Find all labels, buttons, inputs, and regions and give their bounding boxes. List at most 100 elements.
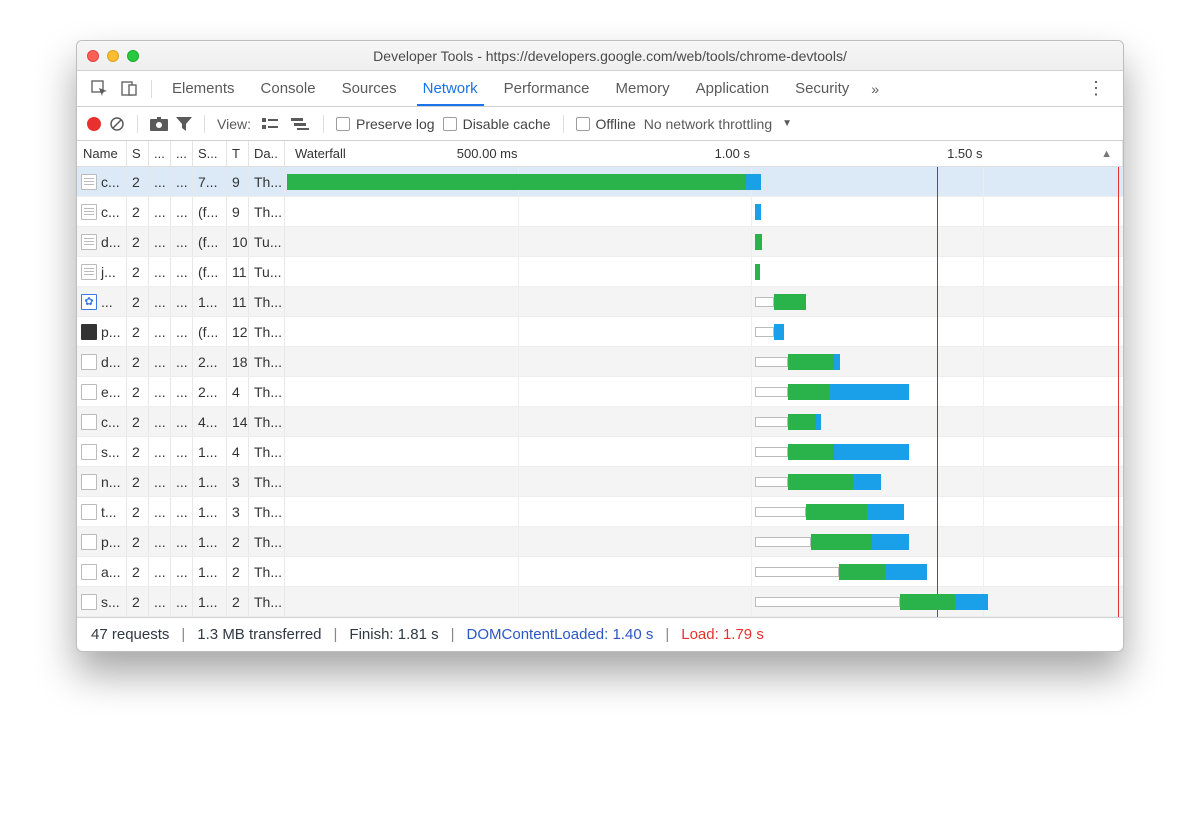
- load-time: Load: 1.79 s: [681, 626, 764, 643]
- cell-size: 4...: [193, 407, 227, 436]
- cell-time: 3: [227, 467, 249, 496]
- column-type[interactable]: ...: [149, 141, 171, 166]
- cell-c4: ...: [171, 227, 193, 256]
- dom-content-loaded-time: DOMContentLoaded: 1.40 s: [467, 626, 654, 643]
- file-icon: [81, 204, 97, 220]
- finish-time: Finish: 1.81 s: [349, 626, 438, 643]
- file-icon: [81, 174, 97, 190]
- tab-elements[interactable]: Elements: [160, 72, 247, 105]
- tab-sources[interactable]: Sources: [330, 72, 409, 105]
- cell-date: Th...: [249, 197, 285, 226]
- table-row[interactable]: d...2......(f...10Tu...: [77, 227, 1123, 257]
- table-row[interactable]: e...2......2...4Th...: [77, 377, 1123, 407]
- table-row[interactable]: c...2......7...9Th...: [77, 167, 1123, 197]
- screenshot-icon[interactable]: [150, 117, 168, 131]
- cell-c3: ...: [149, 347, 171, 376]
- large-rows-icon[interactable]: [259, 114, 281, 134]
- cell-time: 11: [227, 287, 249, 316]
- waterfall-view-icon[interactable]: [289, 114, 311, 134]
- table-row[interactable]: s...2......1...2Th...: [77, 587, 1123, 617]
- offline-label: Offline: [596, 116, 636, 132]
- cell-c4: ...: [171, 347, 193, 376]
- column-time[interactable]: T: [227, 141, 249, 166]
- cell-name: e...: [77, 377, 127, 406]
- separator: [137, 115, 138, 133]
- toggle-device-icon[interactable]: [115, 76, 143, 102]
- cell-date: Th...: [249, 587, 285, 616]
- devtools-window: Developer Tools - https://developers.goo…: [76, 40, 1124, 652]
- cell-c4: ...: [171, 407, 193, 436]
- throttling-dropdown[interactable]: No network throttling ▼: [644, 116, 792, 132]
- cell-c3: ...: [149, 467, 171, 496]
- table-row[interactable]: s...2......1...4Th...: [77, 437, 1123, 467]
- table-row[interactable]: ✿...2......1...11Th...: [77, 287, 1123, 317]
- cell-name: p...: [77, 317, 127, 346]
- inspect-element-icon[interactable]: [85, 76, 113, 102]
- table-row[interactable]: p...2......(f...12Th...: [77, 317, 1123, 347]
- close-button[interactable]: [87, 50, 99, 62]
- file-icon: [81, 504, 97, 520]
- cell-c3: ...: [149, 167, 171, 196]
- cell-size: 1...: [193, 497, 227, 526]
- gear-icon: ✿: [81, 294, 97, 310]
- cell-time: 2: [227, 557, 249, 586]
- table-row[interactable]: d...2......2...18Th...: [77, 347, 1123, 377]
- column-initiator[interactable]: ...: [171, 141, 193, 166]
- cell-waterfall: [285, 167, 1123, 196]
- cell-name: s...: [77, 587, 127, 616]
- table-row[interactable]: c...2......4...14Th...: [77, 407, 1123, 437]
- tabs-overflow-icon[interactable]: »: [863, 81, 887, 97]
- record-button[interactable]: [87, 117, 101, 131]
- cell-size: (f...: [193, 257, 227, 286]
- file-icon: [81, 534, 97, 550]
- tab-memory[interactable]: Memory: [604, 72, 682, 105]
- column-waterfall[interactable]: Waterfall ▲ 500.00 ms1.00 s1.50 s: [285, 141, 1123, 166]
- table-row[interactable]: c...2......(f...9Th...: [77, 197, 1123, 227]
- cell-name: n...: [77, 467, 127, 496]
- cell-time: 4: [227, 377, 249, 406]
- minimize-button[interactable]: [107, 50, 119, 62]
- window-title: Developer Tools - https://developers.goo…: [147, 48, 1113, 64]
- cell-c3: ...: [149, 257, 171, 286]
- table-row[interactable]: j...2......(f...11Tu...: [77, 257, 1123, 287]
- disable-cache-checkbox[interactable]: Disable cache: [443, 116, 551, 132]
- cell-status: 2: [127, 407, 149, 436]
- waterfall-label: Waterfall: [295, 146, 346, 161]
- column-name[interactable]: Name: [77, 141, 127, 166]
- column-status[interactable]: S: [127, 141, 149, 166]
- preserve-log-checkbox[interactable]: Preserve log: [336, 116, 435, 132]
- table-row[interactable]: p...2......1...2Th...: [77, 527, 1123, 557]
- cell-name: c...: [77, 167, 127, 196]
- tab-security[interactable]: Security: [783, 72, 861, 105]
- tab-performance[interactable]: Performance: [492, 72, 602, 105]
- cell-waterfall: [285, 317, 1123, 346]
- cell-name: a...: [77, 557, 127, 586]
- requests-table-body: c...2......7...9Th...c...2......(f...9Th…: [77, 167, 1123, 617]
- cell-name: d...: [77, 347, 127, 376]
- cell-c3: ...: [149, 197, 171, 226]
- tab-console[interactable]: Console: [249, 72, 328, 105]
- cell-name: c...: [77, 197, 127, 226]
- cell-c4: ...: [171, 467, 193, 496]
- maximize-button[interactable]: [127, 50, 139, 62]
- cell-size: 1...: [193, 557, 227, 586]
- column-date[interactable]: Da..: [249, 141, 285, 166]
- tab-application[interactable]: Application: [684, 72, 781, 105]
- cell-status: 2: [127, 167, 149, 196]
- cell-status: 2: [127, 557, 149, 586]
- cell-c3: ...: [149, 407, 171, 436]
- cell-name: p...: [77, 527, 127, 556]
- table-row[interactable]: a...2......1...2Th...: [77, 557, 1123, 587]
- tab-network[interactable]: Network: [411, 72, 490, 105]
- table-row[interactable]: t...2......1...3Th...: [77, 497, 1123, 527]
- column-size[interactable]: S...: [193, 141, 227, 166]
- filter-icon[interactable]: [176, 117, 192, 131]
- offline-checkbox[interactable]: Offline: [576, 116, 636, 132]
- cell-time: 11: [227, 257, 249, 286]
- cell-date: Th...: [249, 527, 285, 556]
- more-options-icon[interactable]: ⋮: [1077, 78, 1115, 99]
- clear-button[interactable]: [109, 116, 125, 132]
- cell-size: 7...: [193, 167, 227, 196]
- table-row[interactable]: n...2......1...3Th...: [77, 467, 1123, 497]
- cell-time: 4: [227, 437, 249, 466]
